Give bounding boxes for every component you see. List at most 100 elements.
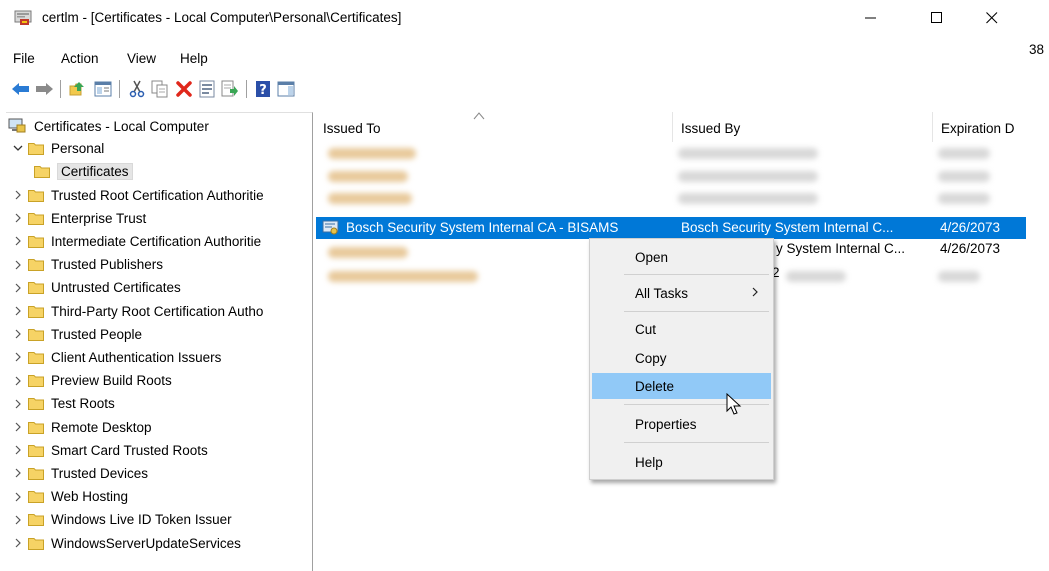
context-menu-help[interactable]: Help [592, 449, 771, 475]
expand-chevron-right-icon[interactable] [8, 352, 28, 362]
tree-item[interactable]: Windows Live ID Token Issuer [8, 509, 232, 531]
tree-item-personal[interactable]: Personal [8, 137, 104, 159]
tree-label: Windows Live ID Token Issuer [51, 512, 232, 528]
copy-icon [151, 80, 168, 98]
back-button[interactable] [11, 79, 31, 99]
tree-item[interactable]: WindowsServerUpdateServices [8, 532, 241, 554]
folder-icon [28, 189, 44, 202]
expand-chevron-right-icon[interactable] [8, 492, 28, 502]
folder-icon [28, 514, 44, 527]
tree-item[interactable]: Enterprise Trust [8, 207, 146, 229]
folder-icon [28, 467, 44, 480]
expand-chevron-right-icon[interactable] [8, 515, 28, 525]
expand-chevron-right-icon[interactable] [8, 190, 28, 200]
menu-separator [624, 404, 769, 405]
menu-file[interactable]: File [13, 51, 35, 66]
expand-chevron-right-icon[interactable] [8, 445, 28, 455]
expand-chevron-right-icon[interactable] [8, 422, 28, 432]
show-hide-tree-button[interactable] [93, 79, 113, 99]
menu-action[interactable]: Action [61, 51, 99, 66]
toolbar-separator [60, 80, 61, 98]
tree-item[interactable]: Trusted Publishers [8, 254, 163, 276]
back-icon [12, 83, 29, 95]
cut-button[interactable] [127, 79, 147, 99]
expand-chevron-right-icon[interactable] [8, 329, 28, 339]
export-list-icon [221, 80, 238, 97]
list-item[interactable] [316, 169, 1026, 183]
maximize-button[interactable] [914, 0, 960, 36]
column-header-issued-by[interactable]: Issued By [674, 112, 933, 142]
context-menu-open[interactable]: Open [592, 244, 771, 270]
tree-item[interactable]: Trusted Root Certification Authoritie [8, 184, 264, 206]
delete-button[interactable] [174, 79, 194, 99]
expand-chevron-right-icon[interactable] [8, 236, 28, 246]
svg-text:?: ? [259, 83, 267, 98]
tree-item[interactable]: Untrusted Certificates [8, 277, 181, 299]
expand-chevron-right-icon[interactable] [8, 468, 28, 478]
expand-chevron-right-icon[interactable] [8, 283, 28, 293]
properties-button[interactable] [197, 79, 217, 99]
window-title: certlm - [Certificates - Local Computer\… [42, 10, 402, 25]
context-menu-all-tasks[interactable]: All Tasks [592, 280, 771, 306]
context-menu-delete[interactable]: Delete [592, 373, 771, 399]
tree-item[interactable]: Remote Desktop [8, 416, 152, 438]
tree-item[interactable]: Third-Party Root Certification Autho [8, 300, 263, 322]
column-header-issued-to[interactable]: Issued To [316, 112, 673, 142]
help-button[interactable]: ? [253, 79, 273, 99]
expand-chevron-right-icon[interactable] [8, 376, 28, 386]
copy-button[interactable] [150, 79, 170, 99]
tree-item[interactable]: Trusted Devices [8, 462, 148, 484]
tree-item-certificates[interactable]: Certificates [34, 160, 133, 182]
tree-item[interactable]: Client Authentication Issuers [8, 346, 221, 368]
expand-chevron-right-icon[interactable] [8, 399, 28, 409]
tree-label: Third-Party Root Certification Autho [51, 303, 264, 319]
context-menu: Open All Tasks Cut Copy Delete Propertie… [589, 238, 774, 480]
export-list-button[interactable] [220, 79, 240, 99]
cell-issued-by-partial: y System Internal C... [776, 241, 906, 256]
column-label: Expiration D [941, 121, 1015, 136]
expand-chevron-down-icon[interactable] [8, 144, 28, 152]
tree-item[interactable]: Intermediate Certification Authoritie [8, 230, 261, 252]
forward-button[interactable] [34, 79, 54, 99]
list-item-selected[interactable]: Bosch Security System Internal CA - BISA… [316, 217, 1026, 239]
menu-help[interactable]: Help [180, 51, 208, 66]
cell-issued-to: Bosch Security System Internal CA - BISA… [346, 220, 619, 235]
folder-icon [28, 328, 44, 341]
tree-item-root[interactable]: Certificates - Local Computer [8, 115, 209, 137]
column-header-expiration[interactable]: Expiration D [934, 112, 1026, 142]
tree-label: WindowsServerUpdateServices [51, 535, 241, 551]
context-menu-properties[interactable]: Properties [592, 411, 771, 437]
expand-chevron-right-icon[interactable] [8, 260, 28, 270]
tree-item[interactable]: Smart Card Trusted Roots [8, 439, 208, 461]
folder-icon [28, 351, 44, 364]
context-menu-copy[interactable]: Copy [592, 345, 771, 371]
context-menu-cut[interactable]: Cut [592, 316, 771, 342]
expand-chevron-right-icon[interactable] [8, 538, 28, 548]
folder-icon [28, 398, 44, 411]
folder-icon [28, 444, 44, 457]
tree-label: Enterprise Trust [51, 210, 147, 226]
close-icon [986, 12, 998, 24]
list-item[interactable] [316, 191, 1026, 205]
menu-separator [624, 311, 769, 312]
title-bar[interactable]: certlm - [Certificates - Local Computer\… [0, 0, 1026, 36]
computer-certificates-icon [8, 118, 26, 133]
tree-item[interactable]: Test Roots [8, 393, 115, 415]
tree-item[interactable]: Preview Build Roots [8, 370, 172, 392]
list-item[interactable] [316, 146, 1026, 160]
close-button[interactable] [969, 0, 1015, 36]
cut-icon [129, 80, 145, 98]
action-pane-button[interactable] [276, 79, 296, 99]
tree-label: Client Authentication Issuers [51, 349, 222, 365]
expand-chevron-right-icon[interactable] [8, 213, 28, 223]
expand-chevron-right-icon[interactable] [8, 306, 28, 316]
delete-icon [176, 81, 192, 97]
folder-icon [28, 282, 44, 295]
up-folder-button[interactable] [68, 79, 88, 99]
tree-item[interactable]: Web Hosting [8, 486, 128, 508]
console-tree[interactable]: Certificates - Local Computer Personal C… [6, 112, 313, 571]
column-label: Issued To [323, 121, 381, 136]
tree-item[interactable]: Trusted People [8, 323, 142, 345]
menu-view[interactable]: View [127, 51, 156, 66]
minimize-button[interactable] [848, 0, 894, 36]
